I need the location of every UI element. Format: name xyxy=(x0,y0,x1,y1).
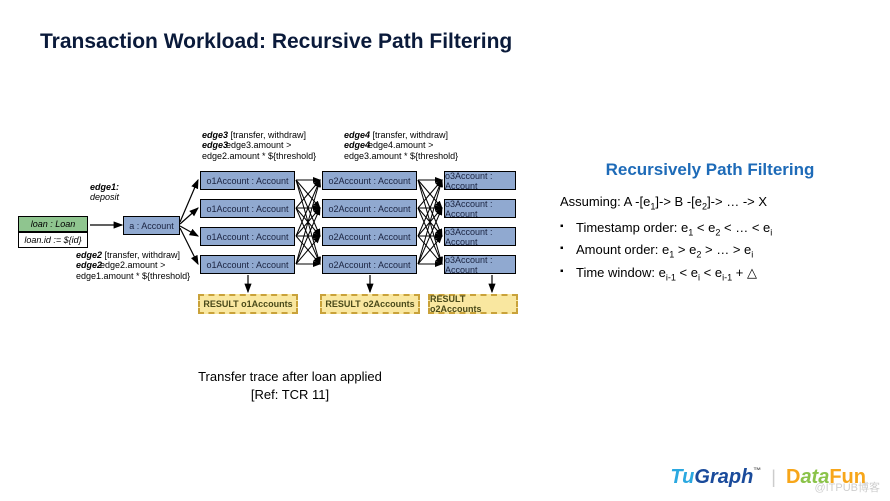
edge2-label: edge2 [transfer, withdraw] edge2edge2.am… xyxy=(76,250,190,281)
edge1-name: edge1: xyxy=(90,182,119,192)
o3-account-node: o3Account : Account xyxy=(444,171,516,190)
o1-account-node: o1Account : Account xyxy=(200,227,295,246)
watermark-text: @ITPUB博客 xyxy=(814,479,880,495)
bullet-list: Timestamp order: e1 < e2 < … < ei Amount… xyxy=(560,220,860,283)
page-title: Transaction Workload: Recursive Path Fil… xyxy=(40,30,512,54)
result-o1-box: RESULT o1Accounts xyxy=(198,294,298,314)
edge1-desc: deposit xyxy=(90,192,119,202)
edge4-label: edge4 [transfer, withdraw] edge4edge4.am… xyxy=(344,130,458,161)
edge3-label: edge3 [transfer, withdraw] edge3edge3.am… xyxy=(202,130,316,161)
caption-line1: Transfer trace after loan applied xyxy=(198,369,382,384)
o3-account-node: o3Account : Account xyxy=(444,227,516,246)
tugraph-logo: TuGraph™ xyxy=(670,466,761,489)
root-account-node: a : Account xyxy=(123,216,180,235)
o3-account-node: o3Account : Account xyxy=(444,199,516,218)
diagram-caption: Transfer trace after loan applied [Ref: … xyxy=(150,368,430,404)
recursive-path-diagram: loan : Loan loan.id := ${id} a : Account… xyxy=(18,110,518,370)
o2-account-node: o2Account : Account xyxy=(322,255,417,274)
result-o2-box: RESULT o2Accounts xyxy=(320,294,420,314)
o1-account-node: o1Account : Account xyxy=(200,255,295,274)
right-panel-title: Recursively Path Filtering xyxy=(560,160,860,180)
o2-account-node: o2Account : Account xyxy=(322,171,417,190)
edge2-name: edge2 xyxy=(76,250,102,260)
result-o3-box: RESULT o2Accounts xyxy=(428,294,518,314)
edge4-name: edge4 xyxy=(344,130,370,140)
o3-account-node: o3Account : Account xyxy=(444,255,516,274)
bullet-item: Time window: ei-1 < ei < ei-1 + △ xyxy=(560,265,860,283)
o2-account-node: o2Account : Account xyxy=(322,199,417,218)
logo-separator: | xyxy=(771,467,776,488)
o1-account-node: o1Account : Account xyxy=(200,171,295,190)
edge3-name: edge3 xyxy=(202,130,228,140)
loan-node-value: loan.id := ${id} xyxy=(18,232,88,248)
right-text-panel: Recursively Path Filtering Assuming: A -… xyxy=(560,160,860,287)
o2-account-node: o2Account : Account xyxy=(322,227,417,246)
bullet-item: Amount order: e1 > e2 > … > ei xyxy=(560,242,860,260)
bullet-item: Timestamp order: e1 < e2 < … < ei xyxy=(560,220,860,238)
edge1-label: edge1: deposit xyxy=(90,182,119,203)
assume-line: Assuming: A -[e1]-> B -[e2]-> … -> X xyxy=(560,194,860,212)
caption-line2: [Ref: TCR 11] xyxy=(251,387,329,402)
o1-account-node: o1Account : Account xyxy=(200,199,295,218)
loan-node-header: loan : Loan xyxy=(18,216,88,232)
